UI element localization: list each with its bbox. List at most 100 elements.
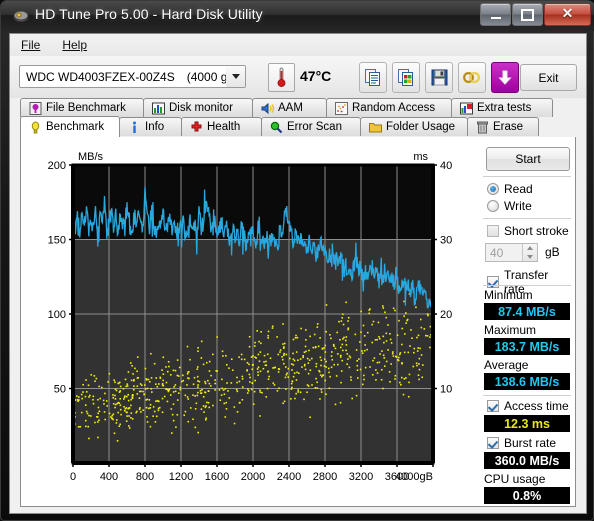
- svg-text:ms: ms: [413, 151, 428, 163]
- cpu-usage-value: 0.8%: [484, 487, 570, 504]
- random-access-icon: [335, 101, 348, 115]
- save-icon: [431, 69, 447, 86]
- chevron-down-icon[interactable]: [226, 66, 245, 87]
- download-button[interactable]: [491, 62, 519, 93]
- tab-file-benchmark[interactable]: File Benchmark: [20, 98, 144, 117]
- info-icon: [128, 121, 141, 134]
- radio-write-indicator: [487, 200, 499, 212]
- svg-text:10: 10: [440, 384, 452, 396]
- temperature-indicator: [268, 63, 295, 92]
- tab-file-benchmark-label: File Benchmark: [46, 102, 126, 114]
- tab-info[interactable]: Info: [119, 117, 182, 136]
- svg-text:2400: 2400: [277, 471, 301, 483]
- svg-text:0: 0: [70, 471, 76, 483]
- save-button[interactable]: [425, 62, 453, 93]
- maximum-label: Maximum: [484, 323, 537, 337]
- menu-file-label: File: [21, 38, 41, 52]
- svg-text:2000: 2000: [241, 471, 265, 483]
- menu-bar: File Help: [10, 34, 586, 57]
- maximize-button[interactable]: [512, 3, 543, 26]
- divider-2: [483, 218, 571, 219]
- menu-help[interactable]: Help: [51, 36, 98, 54]
- benchmark-panel: 50 100 150 200 10 20 30 40 0 400 800 1200 1600 2000 24…: [20, 137, 576, 507]
- tab-health[interactable]: Health: [181, 117, 262, 136]
- svg-text:4000gB: 4000gB: [395, 471, 433, 483]
- radio-read-label: Read: [504, 182, 533, 196]
- close-button[interactable]: ✕: [544, 3, 591, 26]
- settings-icon: [463, 71, 481, 84]
- close-icon: ✕: [561, 7, 574, 22]
- svg-text:1600: 1600: [205, 471, 229, 483]
- checkbox-short-stroke[interactable]: Short stroke: [487, 224, 569, 238]
- tab-benchmark[interactable]: Benchmark: [20, 116, 120, 137]
- svg-text:40: 40: [440, 160, 452, 172]
- tab-row-secondary: File Benchmark Disk monitor AAM Random A…: [20, 98, 553, 117]
- disk-monitor-icon: [152, 102, 165, 115]
- transfer-rate-graph: 50100150200102030400 400 800 1200 1600 2000 24…: [48, 151, 453, 483]
- spinner-arrows[interactable]: [522, 244, 537, 261]
- copy-image-icon: [397, 68, 413, 86]
- transfer-rate-checkbox-indicator: [487, 276, 499, 288]
- radio-read-indicator: [487, 183, 499, 195]
- divider-1: [483, 176, 571, 177]
- svg-text:800: 800: [136, 471, 154, 483]
- erase-icon: [476, 121, 489, 134]
- tab-folder-usage[interactable]: Folder Usage: [360, 117, 468, 136]
- access-time-value: 12.3 ms: [484, 415, 570, 432]
- tab-extra-tests[interactable]: Extra tests: [451, 98, 553, 117]
- short-stroke-value: 40: [490, 245, 504, 260]
- svg-text:2800: 2800: [313, 471, 337, 483]
- minimize-button[interactable]: [480, 3, 511, 26]
- tab-aam-label: AAM: [278, 102, 303, 114]
- average-label: Average: [484, 358, 529, 372]
- temperature-value: 47°C: [300, 68, 332, 84]
- radio-write[interactable]: Write: [487, 199, 532, 213]
- extra-tests-icon: [460, 102, 473, 115]
- burst-rate-label: Burst rate: [504, 436, 557, 450]
- error-scan-icon: [270, 121, 283, 134]
- menu-file[interactable]: File: [10, 36, 51, 54]
- short-stroke-input[interactable]: 40: [485, 243, 538, 262]
- spinner-up-icon: [527, 246, 533, 251]
- drive-model-label: WDC WD4003FZEX-00Z4S: [26, 69, 175, 84]
- tab-erase[interactable]: Erase: [467, 117, 539, 136]
- svg-text:30: 30: [440, 235, 452, 247]
- toolbar-buttons: [359, 62, 519, 93]
- drive-select[interactable]: WDC WD4003FZEX-00Z4S (4000 gB): [19, 65, 246, 88]
- exit-button[interactable]: Exit: [520, 64, 577, 91]
- cpu-usage-label: CPU usage: [484, 472, 546, 486]
- maximum-value: 183.7 MB/s: [484, 338, 570, 355]
- short-stroke-unit: gB: [545, 245, 560, 259]
- settings-button[interactable]: [458, 62, 486, 93]
- short-stroke-label: Short stroke: [504, 224, 569, 238]
- tab-error-scan[interactable]: Error Scan: [261, 117, 361, 136]
- checkbox-access-time[interactable]: Access time: [487, 399, 569, 413]
- app-icon: [13, 8, 29, 24]
- menu-help-label: Help: [62, 38, 88, 52]
- start-button[interactable]: Start: [486, 147, 570, 171]
- toolbar: WDC WD4003FZEX-00Z4S (4000 gB) 47°C Exit: [10, 56, 586, 99]
- copy-image-button[interactable]: [392, 62, 420, 93]
- radio-read[interactable]: Read: [487, 182, 533, 196]
- health-icon: [190, 121, 203, 134]
- tab-disk-monitor[interactable]: Disk monitor: [143, 98, 253, 117]
- minimum-value: 87.4 MB/s: [484, 303, 570, 320]
- tab-random-access[interactable]: Random Access: [326, 98, 452, 117]
- folder-usage-icon: [369, 121, 382, 134]
- spinner-down-icon: [527, 254, 533, 259]
- start-label: Start: [515, 152, 541, 166]
- access-time-label: Access time: [504, 399, 569, 413]
- control-panel: Start Read Write Short stroke 40 gB Tran…: [483, 143, 571, 504]
- checkbox-burst-rate[interactable]: Burst rate: [487, 436, 556, 450]
- exit-label: Exit: [538, 70, 559, 85]
- svg-text:20: 20: [440, 309, 452, 321]
- radio-write-label: Write: [504, 199, 532, 213]
- svg-text:MB/s: MB/s: [78, 151, 104, 163]
- download-icon: [498, 70, 512, 85]
- svg-text:50: 50: [54, 384, 66, 396]
- divider-3: [483, 285, 571, 286]
- copy-button[interactable]: [359, 62, 387, 93]
- tab-aam[interactable]: AAM: [252, 98, 327, 117]
- svg-text:1200: 1200: [169, 471, 193, 483]
- tab-benchmark-label: Benchmark: [46, 121, 105, 133]
